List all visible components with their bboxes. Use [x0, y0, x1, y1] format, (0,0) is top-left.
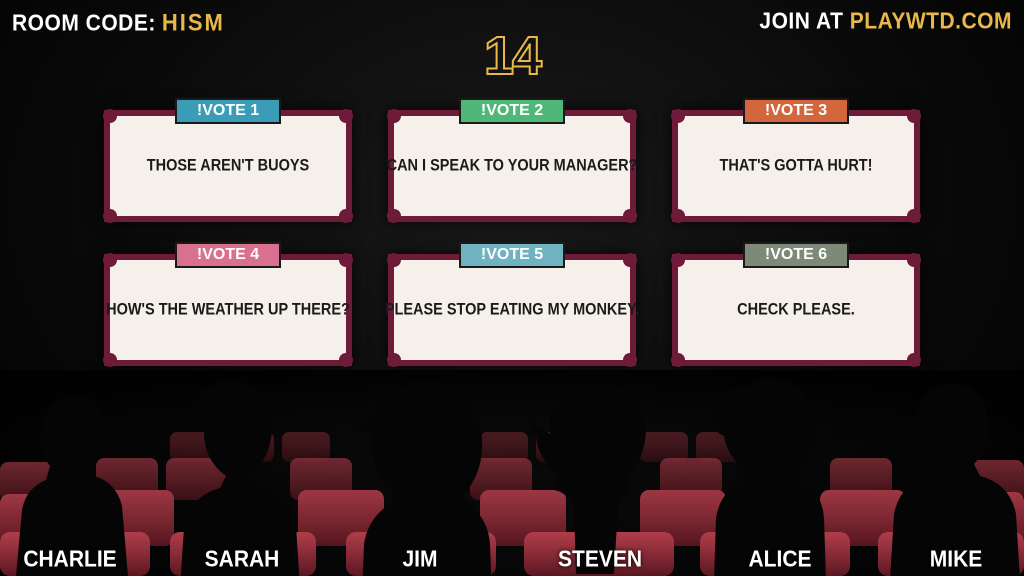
theater-audience: CHARLIE SARAH JIM STEVEN ALICE MIKE	[0, 370, 1024, 576]
vote-card-text: HOW'S THE WEATHER UP THERE?	[106, 300, 350, 320]
vote-card-text: CHECK PLEASE.	[737, 300, 855, 320]
countdown-timer: 14	[483, 26, 543, 86]
vote-tag: !VOTE 1	[175, 98, 281, 124]
vote-card-3[interactable]: THAT'S GOTTA HURT! !VOTE 3	[671, 98, 921, 223]
room-code-header: ROOM CODE: HISM	[12, 9, 225, 38]
vote-card-5[interactable]: PLEASE STOP EATING MY MONKEY. !VOTE 5	[384, 242, 640, 367]
game-stage: ROOM CODE: HISM JOIN AT PLAYWTD.COM 14 TH…	[0, 0, 1024, 576]
vote-card-text: PLEASE STOP EATING MY MONKEY.	[384, 300, 640, 320]
vote-card-text: THAT'S GOTTA HURT!	[719, 156, 873, 176]
player-name-mike: MIKE	[929, 546, 983, 573]
vote-card-text: CAN I SPEAK TO YOUR MANAGER?	[386, 156, 638, 176]
audience-silhouettes-icon	[0, 370, 1024, 576]
join-url: PLAYWTD.COM	[849, 8, 1012, 35]
vote-card-6[interactable]: CHECK PLEASE. !VOTE 6	[671, 242, 921, 367]
player-name-alice: ALICE	[748, 546, 812, 573]
vote-tag: !VOTE 3	[743, 98, 849, 124]
vote-tag: !VOTE 4	[175, 242, 281, 268]
player-name-jim: JIM	[402, 546, 438, 573]
vote-tag: !VOTE 6	[743, 242, 849, 268]
vote-card-1[interactable]: THOSE AREN'T BUOYS !VOTE 1	[103, 98, 353, 223]
join-label: JOIN AT	[759, 8, 844, 35]
vote-card-4[interactable]: HOW'S THE WEATHER UP THERE? !VOTE 4	[103, 242, 353, 367]
vote-card-2[interactable]: CAN I SPEAK TO YOUR MANAGER? !VOTE 2	[386, 98, 638, 223]
join-header: JOIN AT PLAYWTD.COM	[759, 9, 1012, 35]
room-code-label: ROOM CODE:	[12, 10, 156, 37]
player-name-charlie: CHARLIE	[23, 546, 117, 573]
player-name-sarah: SARAH	[204, 546, 280, 573]
player-name-steven: STEVEN	[557, 546, 643, 573]
room-code-value: HISM	[161, 8, 225, 37]
vote-tag: !VOTE 2	[459, 98, 565, 124]
vote-tag: !VOTE 5	[459, 242, 565, 268]
vote-card-text: THOSE AREN'T BUOYS	[146, 156, 310, 176]
